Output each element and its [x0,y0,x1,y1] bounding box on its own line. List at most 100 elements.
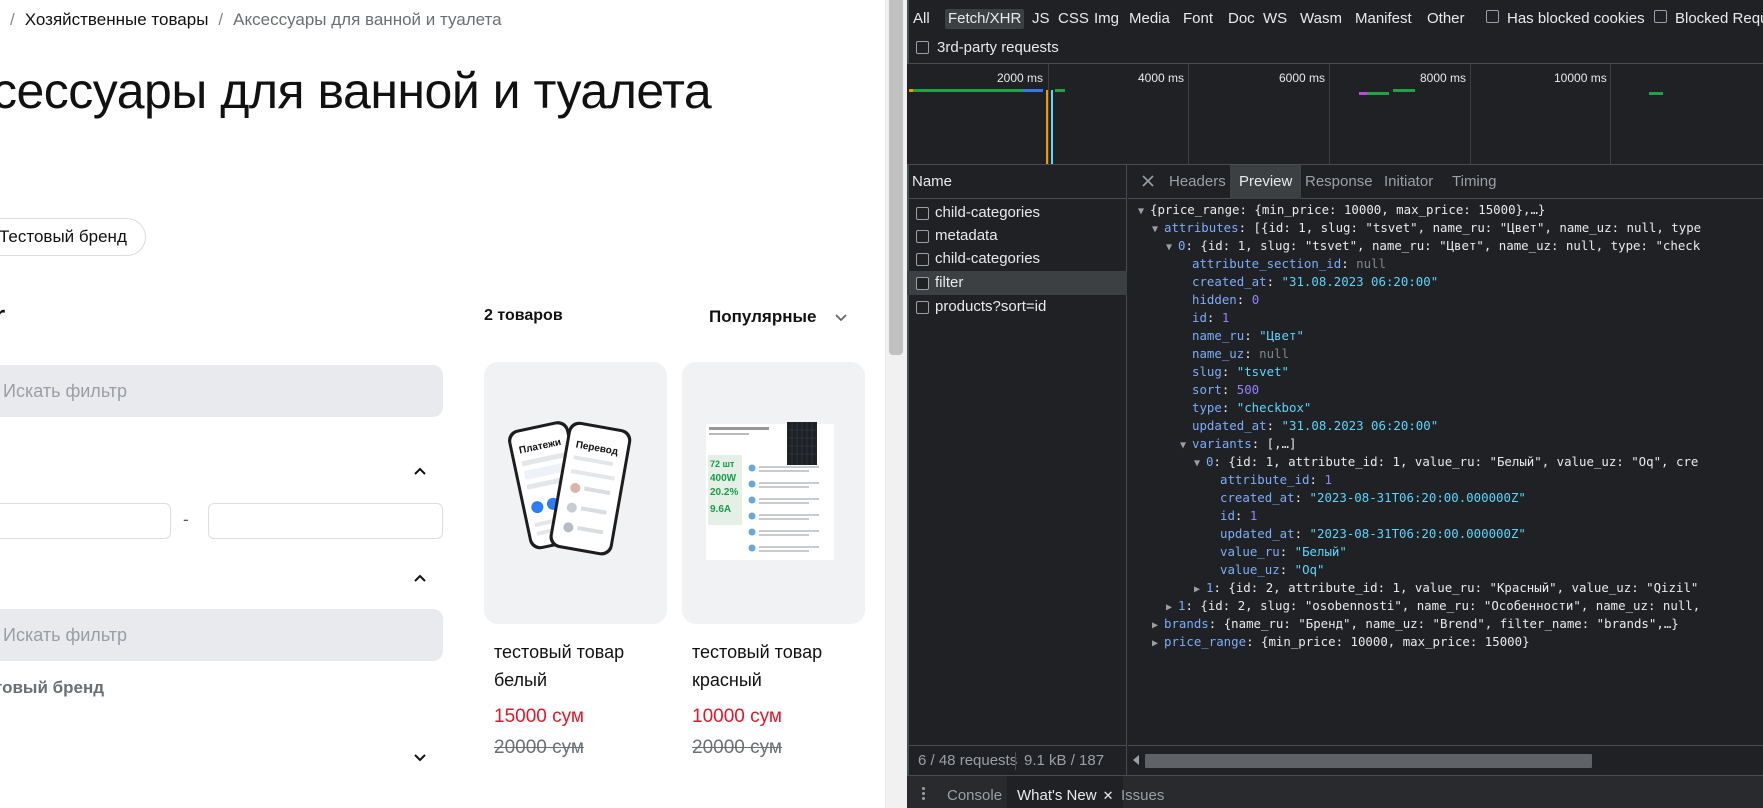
json-root[interactable]: ▼ {price_range: {min_price: 10000, max_pr… [1138,200,1545,220]
product-price: 15000 сум [494,706,584,727]
request-checkbox[interactable] [916,277,929,290]
filter-all[interactable]: All [913,9,930,29]
page-scrollbar-thumb[interactable] [889,0,903,355]
scrollbar-thumb[interactable] [1145,754,1592,768]
tab-timing[interactable]: Timing [1443,165,1505,199]
tab-initiator[interactable]: Initiator [1375,165,1442,199]
breadcrumb-separator: / [10,10,15,29]
breadcrumb: / Хозяйственные товары / Аксессуары для ван… [0,10,502,30]
drawer-tab-whats-new[interactable]: What's New ✕ [1007,776,1124,808]
web-page: / Хозяйственные товары / Аксессуары для ван… [0,0,885,808]
json-preview[interactable]: ▼ {price_range: {min_price: 10000, max_pr… [1128,199,1763,744]
json-prop: created_at: "31.08.2023 06:20:00" [1192,274,1439,289]
network-overview[interactable]: 2000 ms 4000 ms 6000 ms 8000 ms 10000 ms [907,64,1763,165]
json-prop: attribute_section_id: null [1192,256,1386,271]
products-count: 2 товаров [484,307,563,324]
transferred-size: 9.1 kB / 187 [1024,752,1105,769]
request-checkbox[interactable] [916,230,929,243]
product-old-price: 20000 сум [494,737,584,758]
json-prop: sort: 500 [1192,382,1260,397]
json-node[interactable]: ▼ 0: {id: 1, attribute_id: 1, value_ru: "… [1194,452,1698,472]
filter-css[interactable]: CSS [1058,9,1089,29]
blocked-requests-label: Blocked Requ [1675,10,1763,27]
filters-heading: r [0,298,5,337]
has-blocked-cookies-checkbox[interactable] [1486,10,1499,23]
price-min-input[interactable] [0,503,171,539]
request-row[interactable]: products?sort=id [907,294,1127,320]
json-node[interactable]: ▶ 1: {id: 2, slug: "osobennosti", name_ru… [1166,596,1700,616]
json-prop: value_ru: "Белый" [1220,544,1347,559]
chevron-down-icon[interactable] [412,750,428,766]
spec-stat: 9.6A [710,504,731,515]
spec-stat: 72 шт [710,459,735,469]
has-blocked-cookies-label: Has blocked cookies [1507,10,1645,27]
request-checkbox[interactable] [916,207,929,220]
json-node[interactable]: ▶ 1: {id: 2, attribute_id: 1, value_ru: "… [1194,578,1698,598]
product-card[interactable]: Платежи Перевод [484,362,667,624]
filter-search-input[interactable]: Искать фильтр [0,365,443,417]
price-max-input[interactable] [208,503,443,539]
filter-ws[interactable]: WS [1263,9,1287,29]
third-party-label: 3rd-party requests [937,39,1059,56]
json-prop: slug: "tsvet" [1192,364,1289,379]
blocked-requests-checkbox[interactable] [1654,10,1667,23]
filter-manifest[interactable]: Manifest [1355,9,1412,29]
request-checkbox[interactable] [916,253,929,266]
kebab-menu-icon[interactable] [922,787,926,802]
overview-tick: 4000 ms [1138,71,1185,85]
json-node[interactable]: ▶ price_range: {min_price: 10000, max_pri… [1152,632,1530,652]
request-count: 6 / 48 requests [918,752,1018,769]
brand-chip[interactable]: Тестовый бренд [0,218,146,256]
json-prop: hidden: 0 [1192,292,1260,307]
product-name[interactable]: тестовый товар красный [692,638,872,694]
product-price: 10000 сум [692,706,782,727]
chevron-up-icon[interactable] [412,570,428,586]
chevron-up-icon[interactable] [412,463,428,479]
drawer-tab-console[interactable]: Console [937,776,1012,808]
json-prop: name_uz: null [1192,346,1289,361]
overview-tick: 8000 ms [1420,71,1467,85]
page-title: сессуары для ванной и туалета [0,63,712,119]
filter-other[interactable]: Other [1427,9,1465,29]
json-node[interactable]: ▼ attributes: [{id: 1, slug: "tsvet", nam… [1152,218,1701,238]
overview-tick: 10000 ms [1554,71,1607,85]
json-node[interactable]: ▶ brands: {name_ru: "Бренд", name_uz: "Br… [1152,614,1679,634]
close-icon[interactable] [1140,173,1156,189]
json-node[interactable]: ▼ variants: [,…] [1180,434,1296,454]
filter-doc[interactable]: Doc [1228,9,1255,29]
filter-img[interactable]: Img [1094,9,1119,29]
json-node[interactable]: ▼ 0: {id: 1, slug: "tsvet", name_ru: "Цве… [1166,236,1700,256]
filter-js[interactable]: JS [1032,9,1050,29]
overview-tick: 6000 ms [1279,71,1326,85]
tab-headers[interactable]: Headers [1160,165,1235,199]
breadcrumb-separator: / [218,10,224,29]
request-checkbox[interactable] [916,301,929,314]
third-party-checkbox[interactable] [916,41,929,54]
scroll-left-arrow-icon[interactable] [1133,755,1139,765]
brand-search-input[interactable]: Искать фильтр [0,609,443,661]
sort-select[interactable]: Популярные [709,307,816,327]
brand-option[interactable]: товый бренд [0,678,104,698]
preview-horizontal-scrollbar[interactable] [1128,745,1763,775]
tab-preview[interactable]: Preview [1230,165,1302,199]
breadcrumb-current: Аксессуары для ванной и туалета [233,10,502,29]
json-prop: name_ru: "Цвет" [1192,328,1304,343]
product-card[interactable]: 72 шт 400W 20.2% 9.6A [682,362,865,624]
filter-wasm[interactable]: Wasm [1300,9,1342,29]
price-dash: - [183,510,189,529]
json-prop: value_uz: "Oq" [1220,562,1325,577]
tab-response[interactable]: Response [1296,165,1382,199]
breadcrumb-household[interactable]: Хозяйственные товары [25,10,209,29]
request-row-selected[interactable]: filter [907,271,1127,295]
request-details: Headers Preview Response Initiator Timin… [1128,165,1763,808]
product-name[interactable]: тестовый товар белый [494,638,674,694]
filter-font[interactable]: Font [1183,9,1213,29]
drawer-tab-issues[interactable]: Issues [1111,776,1174,808]
chevron-down-icon[interactable] [833,310,849,326]
name-column-header[interactable]: Name [907,165,1127,199]
spec-stat: 20.2% [710,487,738,498]
filter-fetch-xhr[interactable]: Fetch/XHR [945,9,1025,29]
filter-media[interactable]: Media [1129,9,1170,29]
solar-panel-specs-image: 72 шт 400W 20.2% 9.6A [682,362,865,624]
json-prop: created_at: "2023-08-31T06:20:00.000000Z… [1220,490,1526,505]
